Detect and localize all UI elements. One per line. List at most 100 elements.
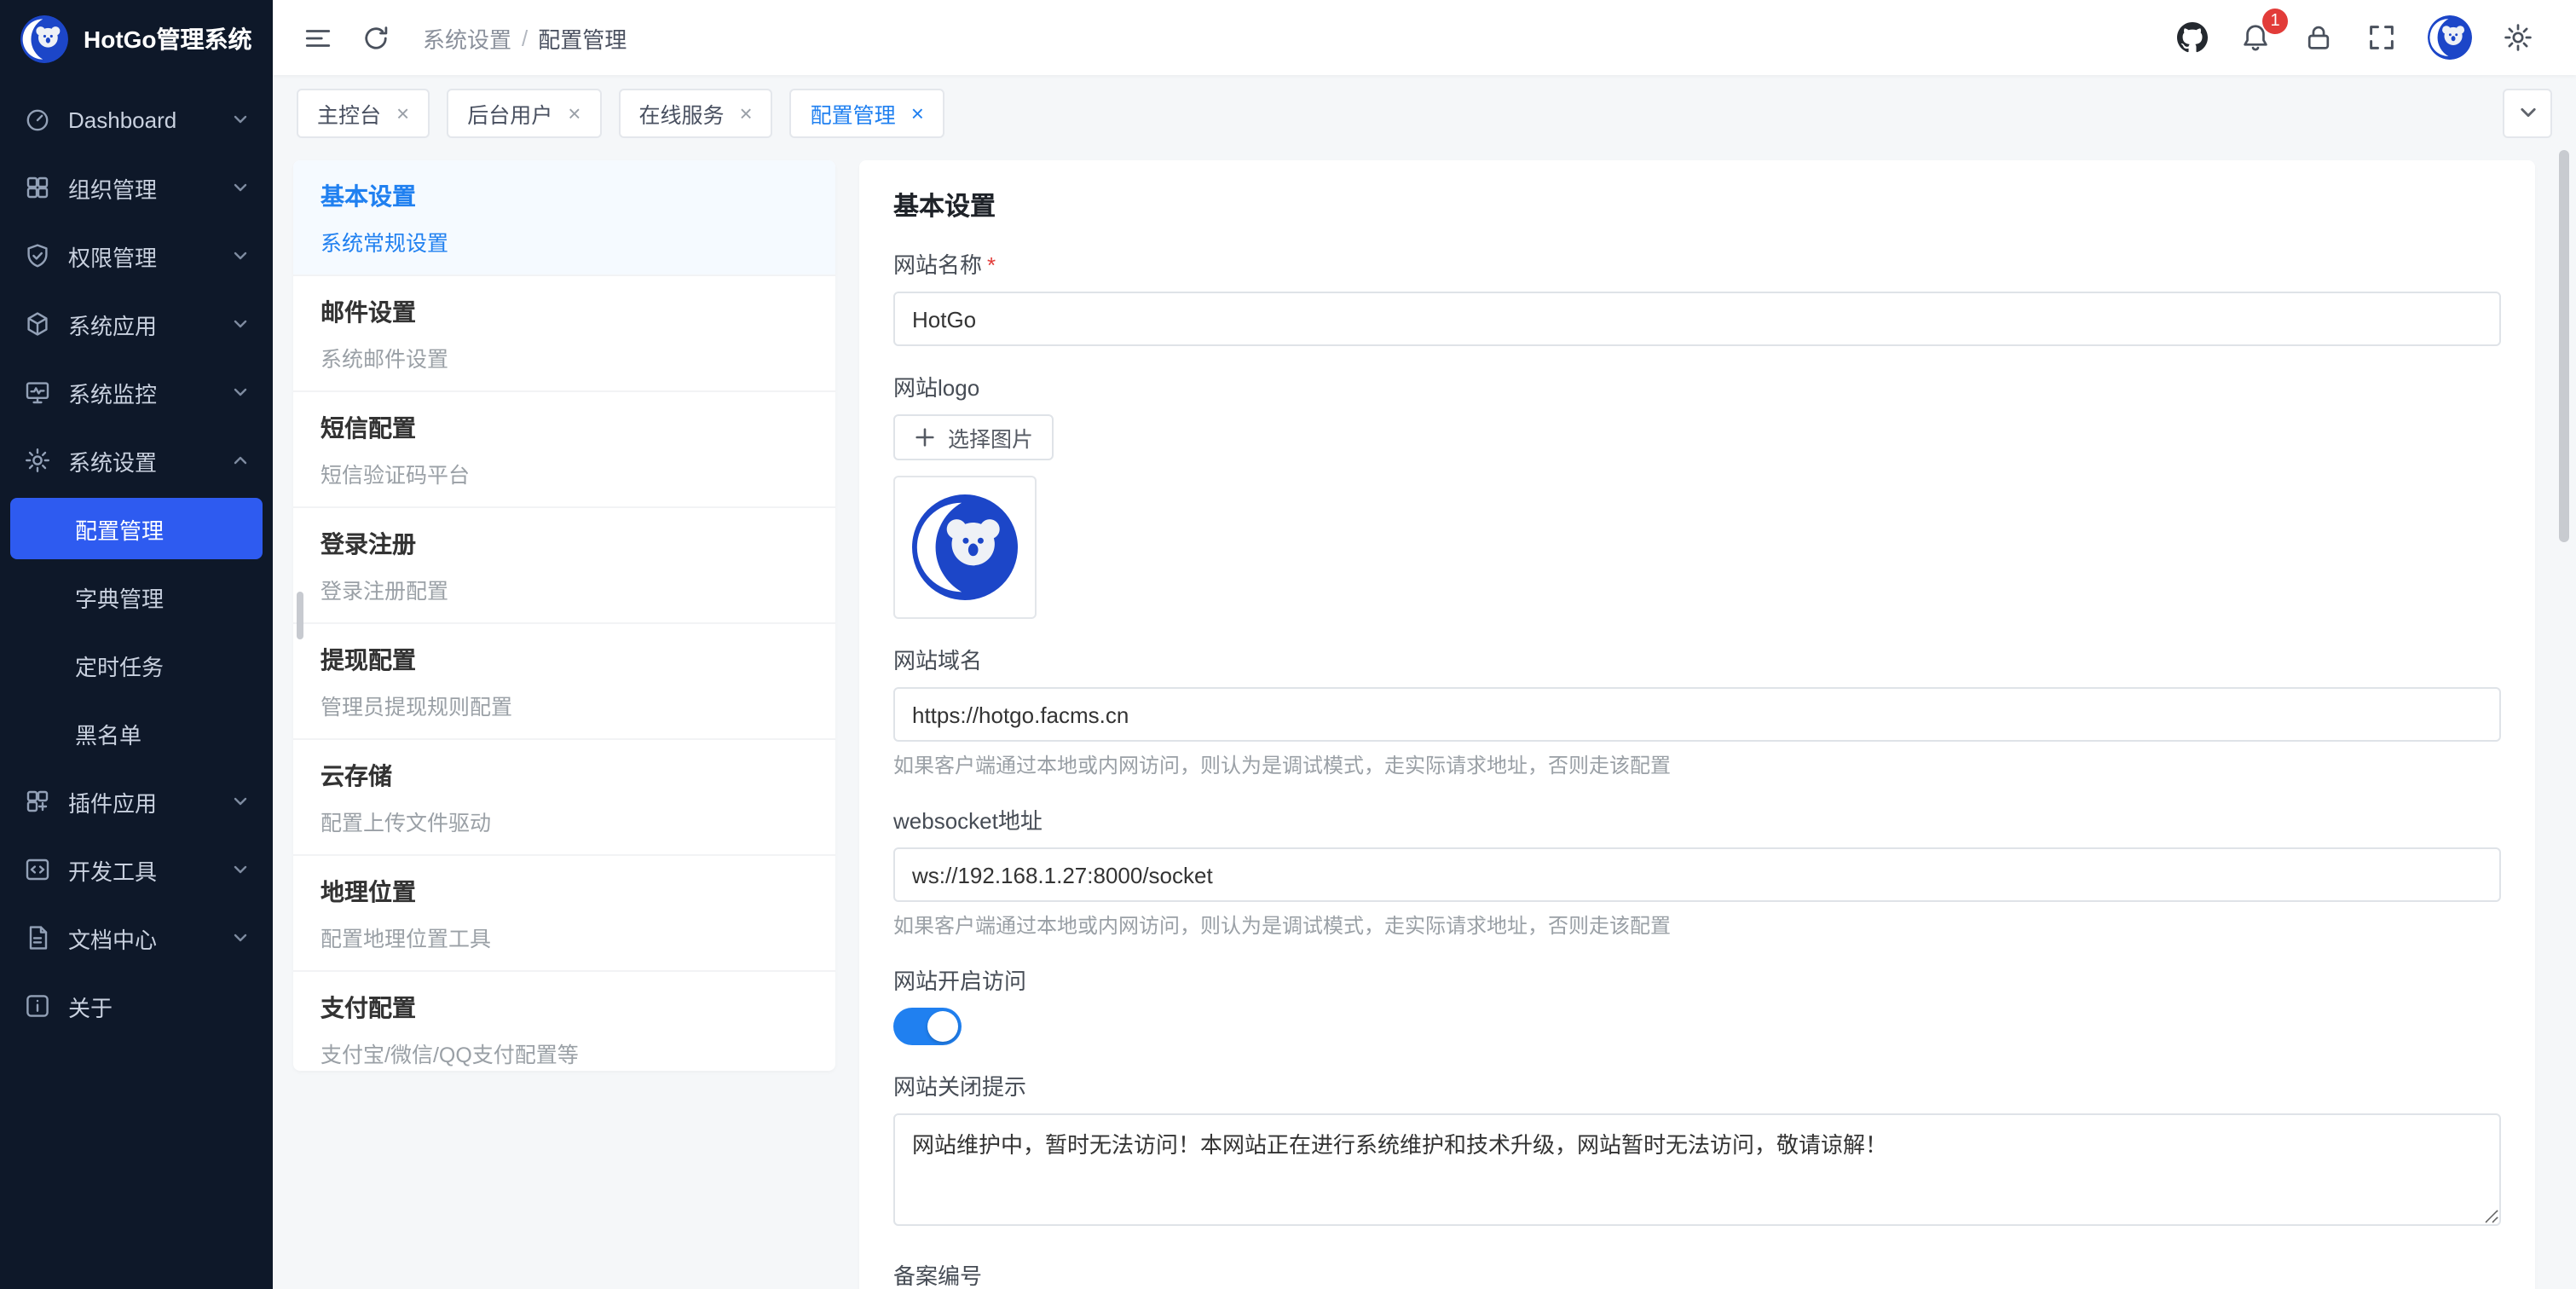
close-tip-label: 网站关闭提示 (893, 1069, 2501, 1101)
tab-options-button[interactable] (2503, 88, 2552, 137)
site-name-input[interactable] (893, 292, 2501, 346)
site-logo-label: 网站logo (893, 370, 2501, 402)
sidebar-item-system-monitor[interactable]: 系统监控 (0, 358, 273, 426)
breadcrumb-separator: / (522, 25, 528, 50)
site-logo-group: 网站logo 选择图片 (893, 370, 2501, 619)
settings-nav-item-sms[interactable]: 短信配置 短信验证码平台 (293, 390, 835, 506)
settings-nav-item-geo[interactable]: 地理位置 配置地理位置工具 (293, 854, 835, 970)
chevron-down-icon (232, 929, 249, 946)
sidebar-subitem-scheduled-tasks[interactable]: 定时任务 (0, 631, 273, 699)
close-icon[interactable]: × (739, 101, 752, 124)
settings-nav-subtitle: 管理员提现规则配置 (321, 689, 808, 721)
collapse-sidebar-icon[interactable] (300, 20, 334, 55)
plugin-icon (24, 788, 51, 815)
websocket-help: 如果客户端通过本地或内网访问，则认为是调试模式，走实际请求地址，否则走该配置 (893, 910, 2501, 939)
chevron-down-icon (232, 793, 249, 810)
field-label-text: 网站开启访问 (893, 963, 1026, 996)
lock-icon[interactable] (2302, 20, 2336, 55)
sidebar-subitem-label: 字典管理 (75, 581, 164, 613)
user-avatar[interactable] (2428, 15, 2472, 60)
refresh-icon[interactable] (358, 20, 392, 55)
github-icon[interactable] (2175, 20, 2209, 55)
sidebar-item-permissions[interactable]: 权限管理 (0, 222, 273, 290)
tab-label: 后台用户 (467, 96, 552, 129)
chevron-down-icon (232, 315, 249, 332)
breadcrumb: 系统设置 / 配置管理 (423, 21, 627, 54)
sidebar-item-doc-center[interactable]: 文档中心 (0, 904, 273, 972)
grid-icon (24, 174, 51, 201)
app-logo-row[interactable]: HotGo管理系统 (0, 0, 273, 78)
page-scrollbar-thumb[interactable] (2559, 150, 2569, 542)
site-open-group: 网站开启访问 (893, 963, 2501, 1045)
sidebar-item-label: 插件应用 (68, 785, 215, 818)
settings-nav-item-email[interactable]: 邮件设置 系统邮件设置 (293, 275, 835, 390)
settings-nav-title: 登录注册 (321, 527, 808, 561)
settings-nav-item-withdraw[interactable]: 提现配置 管理员提现规则配置 (293, 622, 835, 738)
close-icon[interactable]: × (911, 101, 924, 124)
content-column: 系统设置 / 配置管理 1 (273, 0, 2576, 1289)
field-label-text: 网站名称 (893, 247, 982, 280)
sidebar-item-system-settings[interactable]: 系统设置 (0, 426, 273, 494)
chevron-down-icon (232, 179, 249, 196)
document-icon (24, 924, 51, 951)
websocket-input[interactable] (893, 847, 2501, 902)
settings-nav-item-basic[interactable]: 基本设置 系统常规设置 (293, 160, 835, 275)
tab-online-service[interactable]: 在线服务 × (618, 88, 772, 137)
field-label-text: websocket地址 (893, 803, 1043, 835)
notifications-button[interactable]: 1 (2238, 20, 2273, 55)
site-domain-group: 网站域名 如果客户端通过本地或内网访问，则认为是调试模式，走实际请求地址，否则走… (893, 643, 2501, 779)
chevron-down-icon (232, 111, 249, 128)
select-image-button-label: 选择图片 (948, 421, 1033, 454)
icp-label: 备案编号 (893, 1258, 2501, 1289)
settings-nav-item-login[interactable]: 登录注册 登录注册配置 (293, 506, 835, 622)
sidebar-subitem-config-management[interactable]: 配置管理 (10, 498, 263, 559)
sidebar-item-dashboard[interactable]: Dashboard (0, 85, 273, 153)
settings-nav-title: 提现配置 (321, 643, 808, 677)
sidebar-item-label: 系统监控 (68, 376, 215, 408)
icp-group: 备案编号 (893, 1258, 2501, 1289)
tab-dashboard[interactable]: 主控台 × (297, 88, 430, 137)
gear-icon (24, 447, 51, 474)
tab-config-management[interactable]: 配置管理 × (790, 88, 944, 137)
fullscreen-icon[interactable] (2365, 20, 2399, 55)
close-icon[interactable]: × (568, 101, 580, 124)
site-open-label: 网站开启访问 (893, 963, 2501, 996)
settings-gear-icon[interactable] (2501, 20, 2535, 55)
sidebar-item-dev-tools[interactable]: 开发工具 (0, 835, 273, 904)
sidebar-subitem-label: 配置管理 (75, 512, 164, 545)
sidebar-subitem-dictionary-management[interactable]: 字典管理 (0, 563, 273, 631)
close-tip-textarea[interactable]: 网站维护中，暂时无法访问！本网站正在进行系统维护和技术升级，网站暂时无法访问，敬… (893, 1113, 2501, 1226)
close-icon[interactable]: × (396, 101, 409, 124)
code-icon (24, 856, 51, 883)
sidebar-item-label: 系统设置 (68, 444, 215, 477)
sidebar-item-label: Dashboard (68, 107, 215, 132)
sidebar-subitem-blacklist[interactable]: 黑名单 (0, 699, 273, 767)
settings-nav-title: 短信配置 (321, 411, 808, 445)
settings-nav-item-cloud-storage[interactable]: 云存储 配置上传文件驱动 (293, 738, 835, 854)
site-logo-preview[interactable] (893, 476, 1037, 619)
site-domain-input[interactable] (893, 687, 2501, 742)
field-label-text: 网站关闭提示 (893, 1069, 1026, 1101)
breadcrumb-item[interactable]: 系统设置 (423, 21, 511, 54)
scrollbar-thumb[interactable] (297, 592, 303, 639)
breadcrumb-item-current: 配置管理 (538, 21, 627, 54)
select-image-button[interactable]: 选择图片 (893, 414, 1054, 460)
sidebar-item-plugin-apps[interactable]: 插件应用 (0, 767, 273, 835)
app-logo-icon (20, 15, 68, 63)
settings-nav-title: 支付配置 (321, 991, 808, 1025)
tab-label: 在线服务 (638, 96, 724, 129)
main-content: 基本设置 系统常规设置 邮件设置 系统邮件设置 短信配置 短信验证码平台 登录注… (273, 150, 2576, 1289)
sidebar-subitem-label: 定时任务 (75, 649, 164, 681)
sidebar-item-label: 文档中心 (68, 922, 215, 954)
site-domain-label: 网站域名 (893, 643, 2501, 675)
tab-backend-users[interactable]: 后台用户 × (447, 88, 601, 137)
site-open-toggle[interactable] (893, 1008, 962, 1045)
sidebar-item-system-apps[interactable]: 系统应用 (0, 290, 273, 358)
chevron-down-icon (232, 384, 249, 401)
settings-nav-subtitle: 系统邮件设置 (321, 341, 808, 373)
sidebar-item-about[interactable]: 关于 (0, 972, 273, 1040)
sidebar-item-organization[interactable]: 组织管理 (0, 153, 273, 222)
monitor-icon (24, 379, 51, 406)
dashboard-icon (24, 106, 51, 133)
settings-nav-item-payment[interactable]: 支付配置 支付宝/微信/QQ支付配置等 (293, 970, 835, 1071)
